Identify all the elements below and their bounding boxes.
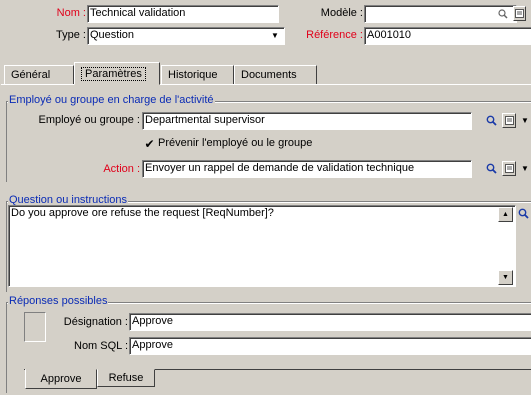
type-select[interactable]: Question bbox=[87, 27, 285, 45]
tab-documents[interactable]: Documents bbox=[234, 65, 317, 85]
sqlname-field[interactable]: Approve bbox=[129, 337, 531, 355]
response-color-box[interactable] bbox=[24, 312, 46, 342]
scroll-up-button[interactable]: ▲ bbox=[498, 207, 513, 222]
action-label: Action : bbox=[103, 163, 140, 175]
magnifier-icon[interactable] bbox=[497, 7, 509, 20]
scroll-down-button[interactable]: ▼ bbox=[498, 270, 513, 285]
employee-group-title: Employé ou groupe en charge de l'activit… bbox=[8, 94, 215, 106]
response-tab-refuse[interactable]: Refuse bbox=[97, 369, 155, 387]
name-field[interactable]: Technical validation bbox=[87, 5, 279, 23]
magnifier-icon[interactable] bbox=[518, 208, 529, 222]
details-icon[interactable] bbox=[513, 6, 526, 21]
tab-general[interactable]: Général bbox=[4, 65, 74, 85]
sqlname-label: Nom SQL : bbox=[74, 340, 128, 352]
details-icon[interactable] bbox=[502, 113, 516, 128]
model-label: Modèle : bbox=[320, 7, 363, 19]
employee-field[interactable]: Departmental supervisor bbox=[142, 112, 472, 130]
tab-parametres[interactable]: Paramètres bbox=[74, 62, 160, 85]
notify-checkbox[interactable]: ✔ bbox=[143, 137, 156, 151]
type-label: Type : bbox=[56, 29, 86, 41]
designation-field[interactable]: Approve bbox=[129, 313, 531, 331]
action-field[interactable]: Envoyer un rappel de demande de validati… bbox=[142, 160, 472, 178]
model-field[interactable] bbox=[364, 5, 517, 23]
chevron-down-icon[interactable]: ▼ bbox=[521, 116, 529, 125]
magnifier-icon[interactable] bbox=[486, 163, 497, 177]
name-label: Nom : bbox=[56, 7, 86, 19]
employee-label: Employé ou groupe : bbox=[38, 114, 140, 126]
details-icon[interactable] bbox=[502, 161, 516, 176]
designation-label: Désignation : bbox=[63, 316, 128, 328]
notify-label: Prévenir l'employé ou le groupe bbox=[158, 137, 313, 149]
question-textarea[interactable]: Do you approve ore refuse the request [R… bbox=[8, 205, 516, 287]
chevron-down-icon[interactable]: ▼ bbox=[521, 164, 529, 173]
response-tab-approve[interactable]: Approve bbox=[25, 369, 97, 389]
reference-field[interactable]: A001010 bbox=[364, 27, 531, 45]
reference-label: Référence : bbox=[306, 29, 363, 41]
tab-parametres-label: Paramètres bbox=[81, 67, 146, 81]
magnifier-icon[interactable] bbox=[486, 115, 497, 129]
chevron-down-icon[interactable]: ▼ bbox=[271, 31, 279, 40]
responses-group-title: Réponses possibles bbox=[8, 295, 109, 307]
tab-historique[interactable]: Historique bbox=[161, 65, 234, 85]
